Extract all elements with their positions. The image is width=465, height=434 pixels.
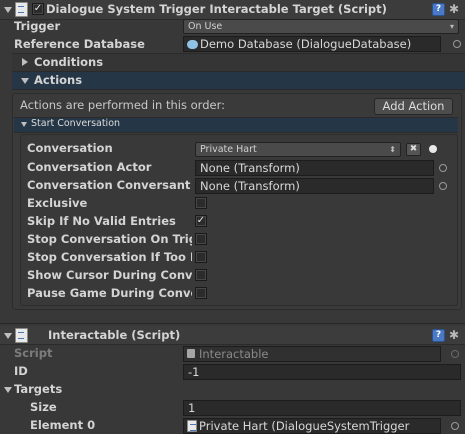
- show-cursor-label: Show Cursor During Conversation: [27, 268, 192, 282]
- conversation-value: Private Hart: [200, 144, 257, 155]
- conversation-actor-label: Conversation Actor: [27, 160, 152, 174]
- circle-picker-icon[interactable]: [439, 182, 447, 190]
- trigger-label: Trigger: [14, 19, 61, 33]
- script-icon: [187, 420, 197, 432]
- circle-picker-icon[interactable]: [439, 164, 447, 172]
- reference-database-label: Reference Database: [14, 37, 145, 51]
- help-icon[interactable]: ?: [432, 329, 445, 342]
- size-field[interactable]: 1: [183, 400, 461, 416]
- fold-down-icon: [21, 78, 29, 84]
- reference-database-value: Demo Database (DialogueDatabase): [200, 37, 412, 51]
- targets-label[interactable]: Targets: [14, 381, 174, 397]
- exclusive-checkbox[interactable]: [195, 197, 207, 209]
- conversation-actor-field[interactable]: None (Transform): [195, 160, 434, 176]
- conversation-conversant-field[interactable]: None (Transform): [195, 178, 434, 194]
- element-0-label: Element 0: [30, 418, 96, 432]
- add-action-button[interactable]: Add Action: [374, 98, 453, 115]
- component-title: Dialogue System Trigger Interactable Tar…: [46, 2, 387, 16]
- conversation-dropdown[interactable]: Private Hart ⬍: [195, 142, 401, 157]
- script-icon: [187, 349, 195, 358]
- fold-down-icon[interactable]: [4, 387, 12, 393]
- id-field[interactable]: -1: [183, 364, 461, 380]
- circle-picker-icon: [451, 350, 459, 358]
- trigger-dropdown[interactable]: On Use ▾: [183, 19, 459, 34]
- actions-label: Actions: [34, 73, 83, 87]
- script-icon: [15, 2, 28, 17]
- stop-on-trigger-label: Stop Conversation On Trigger Exit: [27, 232, 192, 246]
- actions-order-text: Actions are performed in this order:: [20, 98, 225, 112]
- fold-right-icon: [22, 58, 28, 66]
- script-icon: [15, 328, 28, 343]
- chevron-down-icon: ▾: [449, 22, 454, 31]
- circle-picker-icon[interactable]: [453, 40, 461, 48]
- gear-icon[interactable]: ✱: [449, 3, 459, 15]
- gear-icon[interactable]: ✱: [449, 329, 459, 341]
- script-field: Interactable: [183, 346, 441, 362]
- id-label: ID: [14, 364, 28, 378]
- component-divider: [0, 323, 465, 324]
- show-cursor-checkbox[interactable]: [195, 269, 207, 281]
- stop-if-too-far-checkbox[interactable]: [195, 251, 207, 263]
- start-conversation-label: Start Conversation: [31, 118, 121, 129]
- pause-game-label: Pause Game During Conversation: [27, 286, 192, 300]
- stop-on-trigger-checkbox[interactable]: [195, 233, 207, 245]
- circle-picker-icon[interactable]: [429, 145, 437, 153]
- skip-if-no-valid-checkbox[interactable]: ✓: [195, 215, 207, 227]
- fold-down-icon[interactable]: [4, 7, 12, 13]
- fold-down-icon[interactable]: [4, 333, 12, 339]
- reference-database-field[interactable]: Demo Database (DialogueDatabase): [183, 36, 441, 52]
- skip-if-no-valid-label: Skip If No Valid Entries: [27, 214, 176, 228]
- element-0-value: Private Hart (DialogueSystemTrigger: [199, 419, 410, 433]
- element-0-field[interactable]: Private Hart (DialogueSystemTrigger: [183, 418, 441, 434]
- pause-game-checkbox[interactable]: [195, 287, 207, 299]
- trigger-value: On Use: [188, 21, 223, 32]
- script-value: Interactable: [199, 347, 269, 361]
- conditions-label: Conditions: [34, 55, 104, 69]
- clear-button[interactable]: ✖: [406, 143, 421, 156]
- object-icon: [187, 40, 198, 49]
- conversation-label: Conversation: [27, 141, 113, 155]
- size-label: Size: [30, 400, 57, 414]
- fold-down-icon: [21, 122, 27, 127]
- help-icon[interactable]: ?: [432, 3, 445, 16]
- conversation-conversant-label: Conversation Conversant: [27, 178, 191, 192]
- interactable-title: Interactable (Script): [48, 328, 181, 342]
- stop-if-too-far-label: Stop Conversation If Too Far: [27, 250, 192, 264]
- script-label: Script: [14, 346, 53, 360]
- circle-picker-icon[interactable]: [451, 422, 459, 430]
- exclusive-label: Exclusive: [27, 196, 88, 210]
- chevron-down-icon: ⬍: [389, 145, 396, 154]
- component-enabled-checkbox[interactable]: ✓: [32, 3, 44, 15]
